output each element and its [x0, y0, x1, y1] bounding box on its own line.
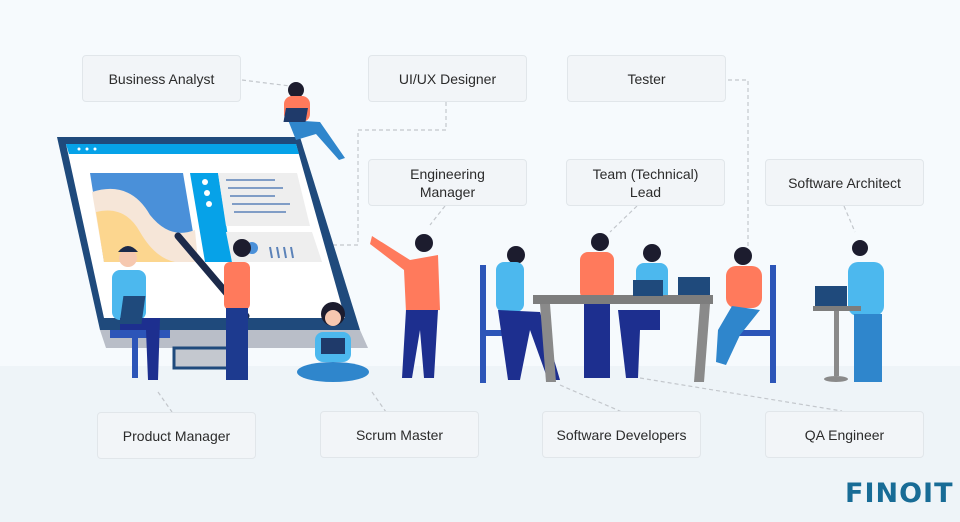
connector-scrum-master: [371, 391, 387, 413]
label-software-architect: Software Architect: [765, 159, 924, 206]
connector-software-developers: [559, 384, 623, 413]
connector-product-manager: [157, 391, 173, 413]
label-ui-ux-designer: UI/UX Designer: [368, 55, 527, 102]
label-product-manager: Product Manager: [97, 412, 256, 459]
connector-engineering-manager: [429, 205, 446, 226]
label-software-developers: Software Developers: [542, 411, 701, 458]
label-qa-engineer: QA Engineer: [765, 411, 924, 458]
connector-qa-engineer: [639, 377, 843, 412]
label-engineering-manager: Engineering Manager: [368, 159, 527, 206]
label-team-lead: Team (Technical) Lead: [566, 159, 725, 206]
connector-tester: [728, 79, 749, 250]
connector-software-architect: [843, 205, 856, 233]
figure-developers-table: [480, 233, 776, 383]
connector-team-lead: [609, 205, 638, 233]
figure-software-architect: [813, 240, 884, 382]
label-business-analyst: Business Analyst: [82, 55, 241, 102]
finoit-logo: FINOIT: [845, 478, 954, 509]
connector-business-analyst: [241, 79, 291, 87]
label-tester: Tester: [567, 55, 726, 102]
label-scrum-master: Scrum Master: [320, 411, 479, 458]
figure-engineering-manager: [370, 234, 440, 378]
